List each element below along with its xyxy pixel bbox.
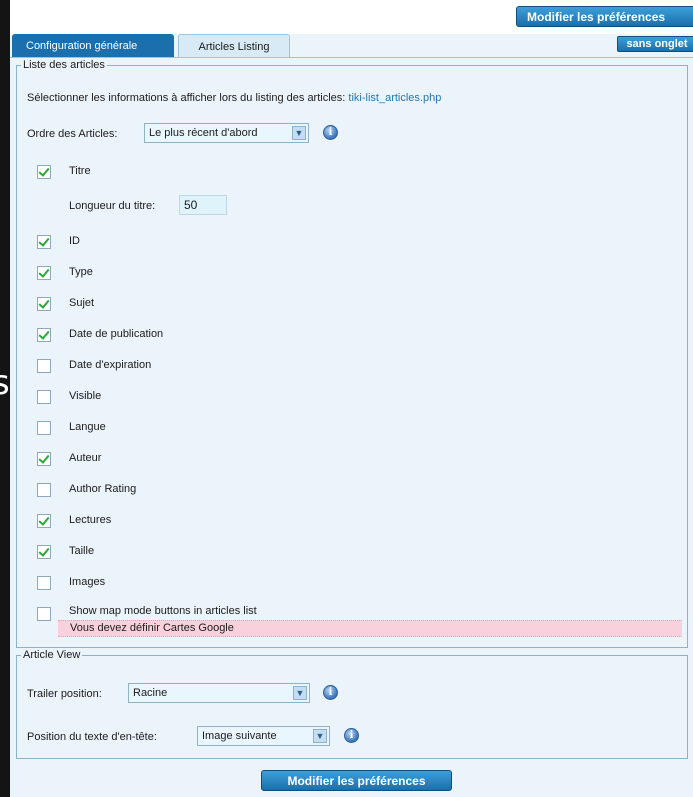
chevron-down-icon: ▼	[293, 686, 307, 700]
order-select-value: Le plus récent d'abord	[149, 127, 258, 139]
order-label: Ordre des Articles:	[27, 128, 118, 140]
left-strip-glyph: s	[0, 363, 10, 403]
checkbox-titre-label: Titre	[69, 165, 91, 177]
tab-divider	[10, 57, 693, 58]
checkbox-date-publication[interactable]	[37, 328, 51, 342]
checkbox-visible-label: Visible	[69, 390, 102, 402]
checkbox-date-expiration-label: Date d'expiration	[69, 359, 152, 371]
articles-list-legend: Liste des articles	[21, 59, 107, 72]
header-text-position-label: Position du texte d'en-tête:	[27, 731, 157, 743]
intro-link[interactable]: tiki-list_articles.php	[348, 92, 441, 104]
trailer-position-value: Racine	[133, 687, 168, 699]
checkbox-lectures[interactable]	[37, 514, 51, 528]
order-select[interactable]: Le plus récent d'abord ▼	[144, 123, 309, 143]
checkbox-images-label: Images	[69, 576, 106, 588]
checkbox-id[interactable]	[37, 235, 51, 249]
checkbox-auteur-label: Auteur	[69, 452, 102, 464]
checkbox-sujet-label: Sujet	[69, 297, 95, 309]
checkbox-visible[interactable]	[37, 390, 51, 404]
article-view-fieldset: Article View Trailer position: Racine ▼ …	[16, 649, 688, 759]
title-length-label: Longueur du titre:	[69, 200, 156, 212]
chevron-down-icon: ▼	[292, 126, 306, 140]
checkbox-type[interactable]	[37, 266, 51, 280]
checkbox-taille[interactable]	[37, 545, 51, 559]
trailer-position-select[interactable]: Racine ▼	[128, 683, 310, 703]
articles-list-fieldset: Liste des articles Sélectionner les info…	[16, 59, 688, 648]
checkbox-sujet[interactable]	[37, 297, 51, 311]
checkbox-titre[interactable]	[37, 165, 51, 179]
checkbox-date-expiration[interactable]	[37, 359, 51, 373]
no-tabs-button[interactable]: sans onglet	[617, 36, 693, 52]
chevron-down-icon: ▼	[313, 729, 327, 743]
header-text-position-select[interactable]: Image suivante ▼	[197, 726, 330, 746]
checkbox-map-mode-buttons[interactable]	[37, 607, 51, 621]
info-icon[interactable]: i	[323, 125, 338, 140]
trailer-position-label: Trailer position:	[27, 688, 102, 700]
info-icon[interactable]: i	[344, 728, 359, 743]
intro-text-row: Sélectionner les informations à afficher…	[27, 92, 441, 104]
article-view-legend: Article View	[21, 649, 83, 662]
top-bar: Modifier les préférences	[10, 0, 693, 34]
checkbox-map-mode-buttons-label: Show map mode buttons in articles list	[69, 605, 257, 617]
checkbox-type-label: Type	[69, 266, 93, 278]
checkbox-langue-label: Langue	[69, 421, 106, 433]
checkbox-author-rating-label: Author Rating	[69, 483, 137, 495]
checkbox-auteur[interactable]	[37, 452, 51, 466]
checkbox-langue[interactable]	[37, 421, 51, 435]
intro-text: Sélectionner les informations à afficher…	[27, 92, 346, 104]
tab-general-configuration[interactable]: Configuration générale	[12, 34, 174, 58]
title-length-input[interactable]: 50	[179, 195, 227, 215]
preferences-panel: Modifier les préférences Configuration g…	[10, 0, 693, 797]
header-text-position-value: Image suivante	[202, 730, 277, 742]
tab-articles-listing[interactable]: Articles Listing	[178, 34, 290, 58]
checkbox-taille-label: Taille	[69, 545, 95, 557]
save-preferences-top-button[interactable]: Modifier les préférences	[516, 6, 693, 27]
google-maps-warning: Vous devez définir Cartes Google	[58, 620, 682, 637]
save-preferences-bottom-button[interactable]: Modifier les préférences	[261, 770, 452, 791]
left-strip: s	[0, 0, 10, 797]
info-icon[interactable]: i	[323, 685, 338, 700]
checkbox-images[interactable]	[37, 576, 51, 590]
checkbox-id-label: ID	[69, 235, 80, 247]
checkbox-date-publication-label: Date de publication	[69, 328, 164, 340]
checkbox-author-rating[interactable]	[37, 483, 51, 497]
checkbox-lectures-label: Lectures	[69, 514, 112, 526]
